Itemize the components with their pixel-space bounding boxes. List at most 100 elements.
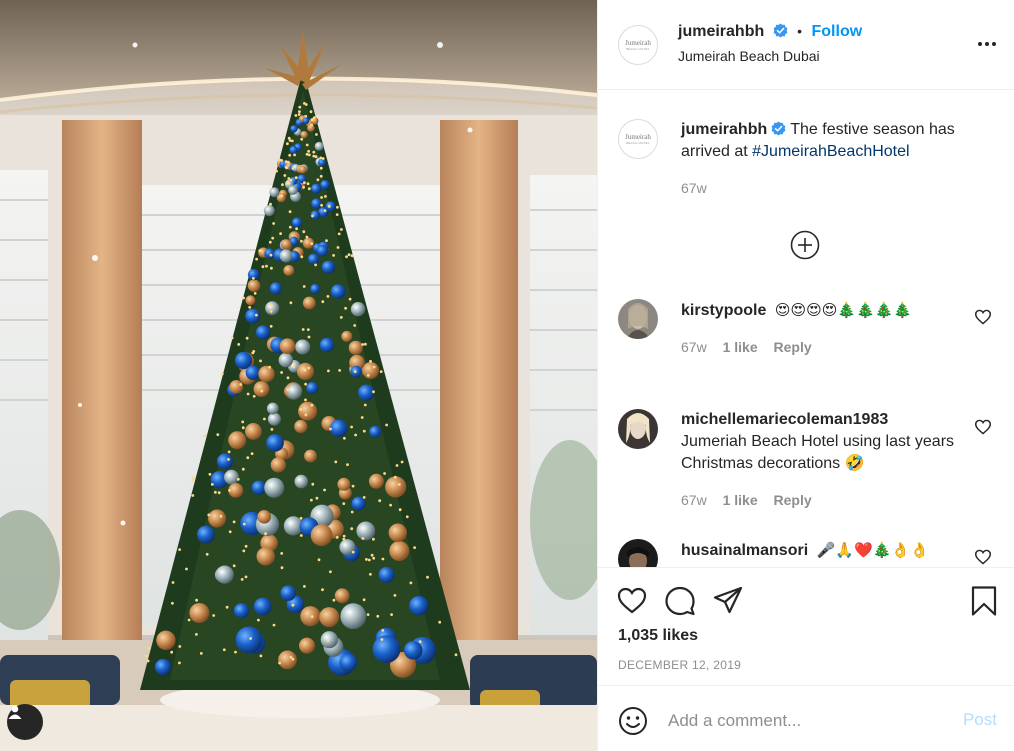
tree-light — [147, 646, 151, 650]
user-tag-icon[interactable] — [7, 704, 43, 740]
tree-light — [300, 255, 304, 259]
tree-light — [298, 105, 302, 109]
caption-author-avatar[interactable]: Jumeirah BEACH HOTEL — [618, 119, 658, 159]
tree-light — [285, 166, 288, 170]
tree-light — [280, 194, 284, 198]
tree-light — [271, 236, 275, 240]
tree-light — [291, 657, 295, 661]
caption-hashtag[interactable]: #JumeirahBeachHotel — [752, 143, 909, 160]
follow-button[interactable]: Follow — [812, 23, 863, 40]
tree-light — [303, 368, 307, 372]
tree-light — [350, 510, 354, 514]
caption-age[interactable]: 67w — [681, 180, 707, 196]
tree-ornament — [233, 603, 250, 619]
comment-like-heart-icon[interactable] — [974, 309, 992, 325]
tree-light — [348, 297, 352, 301]
plus-circle-icon[interactable] — [789, 229, 821, 261]
comment-age[interactable]: 67w — [681, 492, 707, 508]
tree-ornament — [251, 480, 266, 495]
tree-light — [426, 575, 429, 579]
tree-ornament — [308, 253, 319, 265]
tree-ornament — [278, 352, 293, 368]
tree-light — [241, 426, 245, 430]
tree-light — [312, 150, 316, 154]
tree-ornament — [321, 260, 335, 274]
tree-light — [342, 502, 346, 505]
comment-likes[interactable]: 1 like — [723, 492, 758, 508]
comment-bubble-icon[interactable] — [664, 585, 696, 617]
tree-light — [227, 458, 230, 461]
tree-light — [255, 313, 258, 317]
comment-likes[interactable]: 1 like — [723, 339, 758, 355]
tree-light — [326, 295, 330, 298]
tree-ornament — [351, 496, 366, 511]
tree-ornament — [291, 217, 303, 228]
comment-input[interactable] — [668, 708, 938, 734]
tree-light — [319, 174, 323, 178]
commenter-avatar[interactable] — [618, 299, 658, 339]
tree-light — [248, 305, 252, 309]
tree-light — [361, 343, 364, 346]
tree-ornament — [350, 302, 366, 317]
comment-item: kirstypoole 😍😍😍😍🎄🎄🎄🎄 67w 1 like Reply — [618, 299, 998, 389]
post-photo[interactable] — [0, 0, 597, 751]
heart-outline-icon[interactable] — [616, 585, 648, 617]
tree-ornament — [288, 185, 298, 195]
tree-light — [185, 567, 188, 571]
tree-light — [326, 639, 330, 642]
comment-age[interactable]: 67w — [681, 339, 707, 355]
tree-light — [253, 292, 257, 295]
tree-light — [332, 598, 336, 602]
tree-ornament — [378, 566, 395, 583]
tree-light — [298, 110, 301, 113]
comment-item: michellemariecoleman1983 Jumeriah Beach … — [618, 409, 998, 509]
tree-light — [346, 463, 349, 466]
tree-light — [261, 265, 265, 269]
tree-light — [307, 153, 311, 157]
commenter-avatar[interactable] — [618, 539, 658, 567]
paper-plane-icon[interactable] — [712, 585, 744, 617]
tree-light — [304, 382, 307, 386]
tree-light — [246, 456, 250, 460]
commenter-avatar[interactable] — [618, 409, 658, 449]
tree-light — [304, 103, 308, 106]
comment-like-heart-icon[interactable] — [974, 419, 992, 435]
smiley-face-icon[interactable] — [618, 706, 648, 736]
tree-ornament — [294, 474, 309, 489]
tree-light — [363, 403, 367, 407]
tree-light — [335, 213, 339, 217]
tree-light — [311, 482, 315, 486]
tree-light — [300, 137, 304, 141]
comment-like-heart-icon[interactable] — [974, 549, 992, 565]
tree-ornament — [258, 365, 275, 383]
tree-ornament — [280, 585, 297, 601]
post-comment-button[interactable]: Post — [963, 710, 997, 730]
tree-light — [170, 650, 174, 654]
tree-ornament — [281, 239, 292, 250]
bookmark-icon[interactable] — [968, 585, 1000, 617]
caption-username[interactable]: jumeirahbh — [681, 121, 767, 138]
tree-light — [310, 498, 313, 502]
comments-list[interactable]: Jumeirah BEACH HOTEL jumeirahbh The fest… — [598, 91, 1014, 567]
tree-light — [364, 342, 367, 346]
tree-ornament — [310, 283, 321, 294]
more-horizontal-icon[interactable] — [977, 36, 997, 52]
comment-username[interactable]: kirstypoole — [681, 302, 766, 319]
post-date[interactable]: DECEMBER 12, 2019 — [618, 658, 741, 672]
comment-username[interactable]: michellemariecoleman1983 — [681, 411, 888, 428]
reply-button[interactable]: Reply — [774, 492, 812, 508]
tree-ornament — [267, 412, 281, 426]
verified-badge-icon — [771, 121, 786, 136]
tree-light — [195, 633, 198, 636]
tree-light — [327, 369, 330, 373]
reply-button[interactable]: Reply — [774, 339, 812, 355]
likes-count[interactable]: 1,035 likes — [618, 627, 698, 645]
comment-username[interactable]: husainalmansori — [681, 542, 808, 559]
author-avatar[interactable]: Jumeirah BEACH HOTEL — [618, 25, 658, 65]
tree-light — [369, 572, 372, 576]
tree-light — [270, 428, 274, 431]
post-location[interactable]: Jumeirah Beach Dubai — [678, 48, 820, 64]
tree-light — [178, 645, 182, 648]
author-username[interactable]: jumeirahbh — [678, 23, 764, 40]
tree-light — [252, 277, 255, 280]
